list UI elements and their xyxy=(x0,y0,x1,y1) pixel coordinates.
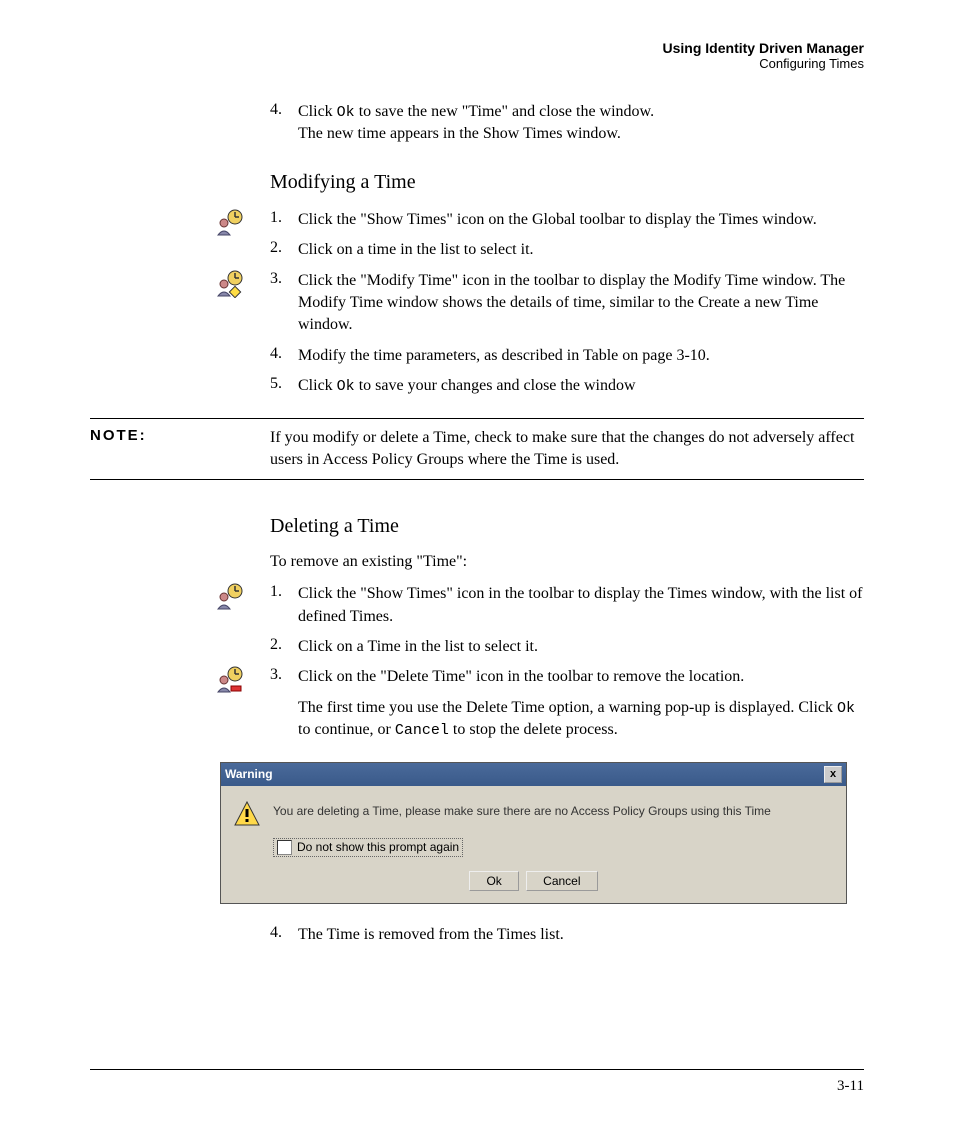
step-number: 4. xyxy=(270,345,298,367)
warning-icon xyxy=(233,800,261,828)
show-times-icon xyxy=(215,583,243,611)
checkbox[interactable] xyxy=(277,840,292,855)
delete-time-icon xyxy=(215,666,243,694)
step-text: Click on the "Delete Time" icon in the t… xyxy=(298,666,864,741)
page-header: Using Identity Driven Manager Configurin… xyxy=(90,40,864,71)
ok-button[interactable]: Ok xyxy=(469,871,518,891)
step-number: 1. xyxy=(270,583,298,628)
cancel-text: Cancel xyxy=(395,722,449,739)
step-number: 4. xyxy=(270,924,298,946)
step-text: Modify the time parameters, as described… xyxy=(298,345,710,367)
step-number: 3. xyxy=(270,270,298,337)
step-item: 1. Click the "Show Times" icon in the to… xyxy=(270,583,864,628)
dialog-checkbox-row[interactable]: Do not show this prompt again xyxy=(273,838,463,857)
step-number: 2. xyxy=(270,636,298,658)
step-item: 3. Click the "Modify Time" icon in the t… xyxy=(270,270,864,337)
checkbox-label: Do not show this prompt again xyxy=(297,840,459,854)
cancel-button[interactable]: Cancel xyxy=(526,871,597,891)
step-item: 2. Click on a time in the list to select… xyxy=(270,239,864,261)
dialog-message: You are deleting a Time, please make sur… xyxy=(273,800,771,818)
step-text: Click Ok to save the new "Time" and clos… xyxy=(298,101,654,146)
step-text: Click the "Modify Time" icon in the tool… xyxy=(298,270,864,337)
ok-text: Ok xyxy=(337,378,355,395)
page-number: 3-11 xyxy=(837,1078,864,1094)
step-item: 5. Click Ok to save your changes and clo… xyxy=(270,375,864,397)
note-text: If you modify or delete a Time, check to… xyxy=(270,427,864,472)
step-number: 4. xyxy=(270,101,298,146)
close-button[interactable]: x xyxy=(824,766,842,783)
step-text: The Time is removed from the Times list. xyxy=(298,924,564,946)
step-text: Click the "Show Times" icon in the toolb… xyxy=(298,583,864,628)
warning-dialog: Warning x You are deleting a Time, pleas… xyxy=(220,762,847,904)
step-text: Click Ok to save your changes and close … xyxy=(298,375,636,397)
dialog-titlebar: Warning x xyxy=(221,763,846,786)
modify-time-icon xyxy=(215,270,243,298)
step-item: 4. Click Ok to save the new "Time" and c… xyxy=(270,101,864,146)
step-text: Click the "Show Times" icon on the Globa… xyxy=(298,209,817,231)
page-footer: 3-11 xyxy=(90,1069,864,1095)
ok-text: Ok xyxy=(837,700,855,717)
step-item: 3. Click on the "Delete Time" icon in th… xyxy=(270,666,864,741)
section-heading-delete: Deleting a Time xyxy=(270,515,864,538)
delete-intro: To remove an existing "Time": xyxy=(270,553,864,571)
step-item: 1. Click the "Show Times" icon on the Gl… xyxy=(270,209,864,231)
step-number: 5. xyxy=(270,375,298,397)
step-number: 3. xyxy=(270,666,298,741)
step-text: Click on a time in the list to select it… xyxy=(298,239,534,261)
header-subtitle: Configuring Times xyxy=(90,56,864,71)
step-item: 2. Click on a Time in the list to select… xyxy=(270,636,864,658)
step-text: Click on a Time in the list to select it… xyxy=(298,636,538,658)
section-heading-modify: Modifying a Time xyxy=(270,171,864,194)
dialog-title: Warning xyxy=(225,767,273,781)
ok-text: Ok xyxy=(337,104,355,121)
step-number: 1. xyxy=(270,209,298,231)
step-number: 2. xyxy=(270,239,298,261)
step-item: 4. The Time is removed from the Times li… xyxy=(270,924,864,946)
note-label: NOTE: xyxy=(90,427,270,472)
show-times-icon xyxy=(215,209,243,237)
step-item: 4. Modify the time parameters, as descri… xyxy=(270,345,864,367)
note-block: NOTE: If you modify or delete a Time, ch… xyxy=(90,418,864,481)
header-title: Using Identity Driven Manager xyxy=(90,40,864,56)
